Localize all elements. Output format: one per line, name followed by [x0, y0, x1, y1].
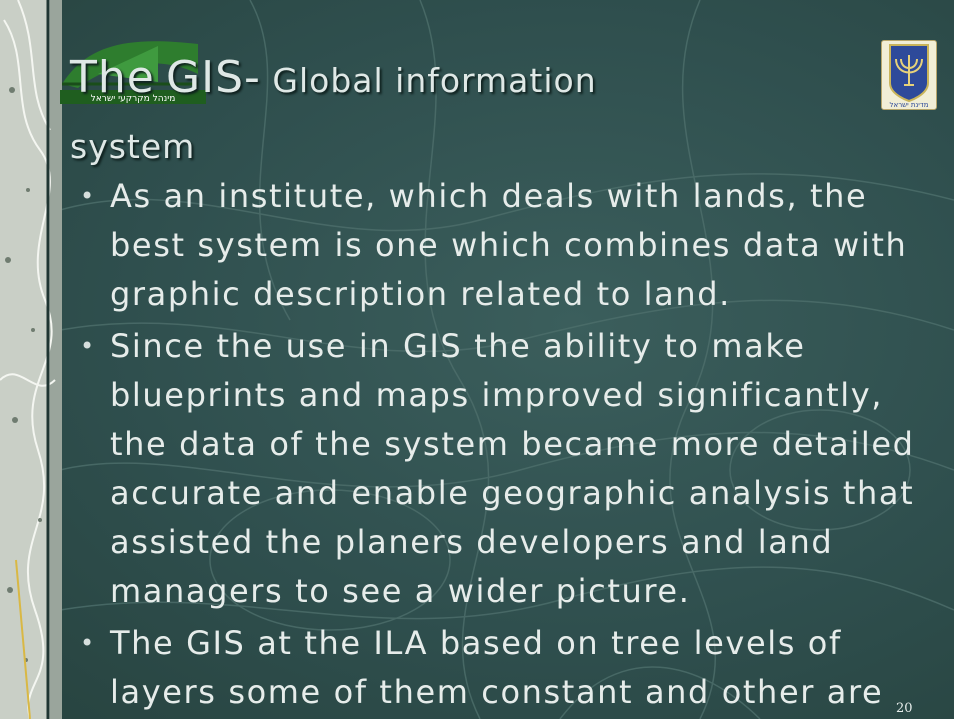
map-strip-image	[0, 0, 62, 719]
emblem-caption: מדינת ישראל	[890, 101, 929, 109]
state-emblem: מדינת ישראל	[881, 40, 937, 110]
title-rest: Global information	[260, 61, 597, 100]
slide: מינהל מקרקעי ישראל מדינת ישראל The GIS- …	[0, 0, 954, 719]
bullet-item: As an institute, which deals with lands,…	[80, 172, 950, 319]
title-prefix: The	[70, 52, 155, 103]
title-line2: system	[70, 127, 196, 166]
bullet-list: As an institute, which deals with lands,…	[80, 172, 950, 719]
slide-title: The GIS- Global information system	[70, 56, 870, 166]
bullet-item: The GIS at the ILA based on tree levels …	[80, 619, 950, 717]
bullet-item: Since the use in GIS the ability to make…	[80, 322, 950, 616]
page-number: 20	[896, 701, 913, 716]
title-main: GIS-	[166, 52, 261, 103]
